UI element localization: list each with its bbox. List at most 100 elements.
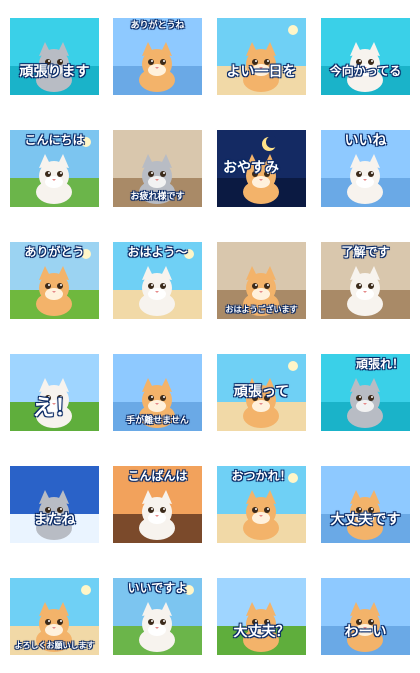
- cat-eye-left: [356, 283, 362, 289]
- sticker-5[interactable]: こんにちは: [10, 130, 99, 207]
- cat-eye-right: [264, 507, 270, 513]
- cat-muzzle: [148, 64, 166, 76]
- cat-eye-glint-left: [255, 508, 257, 510]
- sticker-8[interactable]: いいね: [321, 130, 410, 207]
- cat-eye-right: [57, 619, 63, 625]
- cat-muzzle: [45, 288, 63, 300]
- cat-eye-right: [160, 59, 166, 65]
- cat-eye-right: [57, 283, 63, 289]
- sticker-4-art: [321, 18, 410, 95]
- cat-eye-glint-left: [255, 60, 257, 62]
- sun-icon: [288, 361, 298, 371]
- cat-eye-glint-left: [359, 620, 361, 622]
- cat-eye-glint-right: [60, 620, 62, 622]
- sticker-18-caption: こんばんは: [127, 469, 188, 483]
- cat-muzzle: [252, 176, 270, 188]
- sticker-4[interactable]: 今向かってる: [321, 18, 410, 95]
- sticker-23-caption: 大丈夫？: [233, 624, 290, 640]
- cat-eye-glint-left: [48, 60, 50, 62]
- sticker-21[interactable]: よろしくお願いします: [10, 578, 99, 655]
- cat-eye-glint-left: [359, 396, 361, 398]
- sticker-14-caption: 手が離せません: [126, 416, 189, 426]
- sticker-8-caption: いいね: [344, 133, 387, 149]
- sticker-16-caption: 頑張れ！: [355, 357, 404, 371]
- cat-muzzle: [148, 288, 166, 300]
- sticker-19-caption: おつかれ！: [231, 469, 292, 483]
- cat-eye-glint-right: [60, 172, 62, 174]
- cat-eye-glint-left: [359, 284, 361, 286]
- cat-eye-glint-left: [359, 508, 361, 510]
- cat-eye-left: [148, 59, 154, 65]
- sticker-4-caption: 今向かってる: [329, 64, 402, 78]
- cat-eye-glint-left: [255, 284, 257, 286]
- cat-muzzle: [45, 176, 63, 188]
- cat-eye-right: [160, 171, 166, 177]
- sticker-2[interactable]: ありがとうね: [113, 18, 202, 95]
- cat-eye-glint-right: [163, 60, 165, 62]
- sticker-17[interactable]: またね: [10, 466, 99, 543]
- sticker-11-caption: おはようございます: [225, 305, 298, 314]
- cat-eye-glint-right: [371, 396, 373, 398]
- cat-muzzle: [252, 288, 270, 300]
- sticker-16[interactable]: 頑張れ！: [321, 354, 410, 431]
- cat-muzzle: [356, 288, 374, 300]
- sticker-1[interactable]: 頑張ります: [10, 18, 99, 95]
- sticker-grid: 頑張ります ありがとうね よい一日を 今向かってる こんにちは お疲れ様です お…: [0, 0, 420, 673]
- sticker-24[interactable]: わーい: [321, 578, 410, 655]
- cat-eye-right: [160, 619, 166, 625]
- cat-eye-glint-right: [371, 508, 373, 510]
- sticker-11[interactable]: おはようございます: [217, 242, 306, 319]
- cat-eye-right: [368, 395, 374, 401]
- cat-eye-left: [148, 619, 154, 625]
- cat-eye-glint-right: [267, 284, 269, 286]
- sticker-12[interactable]: 了解です: [321, 242, 410, 319]
- sticker-20[interactable]: 大丈夫です: [321, 466, 410, 543]
- sticker-21-caption: よろしくお願いします: [14, 641, 95, 650]
- sticker-22[interactable]: いいですよ: [113, 578, 202, 655]
- cat-eye-left: [148, 395, 154, 401]
- sticker-13-caption: え！: [32, 396, 77, 421]
- cat-eye-glint-right: [371, 60, 373, 62]
- cat-eye-glint-left: [151, 60, 153, 62]
- cat-eye-glint-left: [151, 284, 153, 286]
- cat-muzzle: [45, 624, 63, 636]
- sticker-13[interactable]: え！: [10, 354, 99, 431]
- cat-muzzle: [356, 176, 374, 188]
- cat-eye-glint-right: [163, 284, 165, 286]
- sticker-20-caption: 大丈夫です: [330, 512, 401, 528]
- sticker-17-caption: またね: [33, 512, 76, 528]
- cat-muzzle: [148, 176, 166, 188]
- sticker-7[interactable]: おやすみ: [217, 130, 306, 207]
- cat-eye-glint-right: [267, 508, 269, 510]
- sticker-14[interactable]: 手が離せません: [113, 354, 202, 431]
- sticker-2-caption: ありがとうね: [130, 21, 185, 31]
- sticker-17-art: [10, 466, 99, 543]
- cat-eye-glint-left: [48, 508, 50, 510]
- cat-eye-left: [356, 395, 362, 401]
- cat-eye-right: [160, 507, 166, 513]
- sticker-3[interactable]: よい一日を: [217, 18, 306, 95]
- sticker-23[interactable]: 大丈夫？: [217, 578, 306, 655]
- cat-eye-right: [368, 283, 374, 289]
- cat-eye-glint-right: [60, 508, 62, 510]
- cat-eye-glint-right: [163, 172, 165, 174]
- sticker-9[interactable]: ありがとう: [10, 242, 99, 319]
- cat-eye-glint-right: [60, 284, 62, 286]
- cat-eye-left: [252, 283, 258, 289]
- cat-eye-left: [148, 507, 154, 513]
- sticker-18[interactable]: こんばんは: [113, 466, 202, 543]
- cat-eye-glint-right: [267, 620, 269, 622]
- sticker-6[interactable]: お疲れ様です: [113, 130, 202, 207]
- cat-eye-glint-left: [48, 620, 50, 622]
- cat-eye-left: [45, 171, 51, 177]
- cat-eye-glint-right: [163, 396, 165, 398]
- sticker-12-caption: 了解です: [341, 245, 390, 259]
- sticker-19[interactable]: おつかれ！: [217, 466, 306, 543]
- sticker-15[interactable]: 頑張って: [217, 354, 306, 431]
- sticker-20-art: [321, 466, 410, 543]
- cat-muzzle: [356, 400, 374, 412]
- cat-muzzle: [252, 512, 270, 524]
- sticker-10[interactable]: おはよう～: [113, 242, 202, 319]
- cat-eye-glint-left: [255, 620, 257, 622]
- cat-eye-glint-left: [359, 172, 361, 174]
